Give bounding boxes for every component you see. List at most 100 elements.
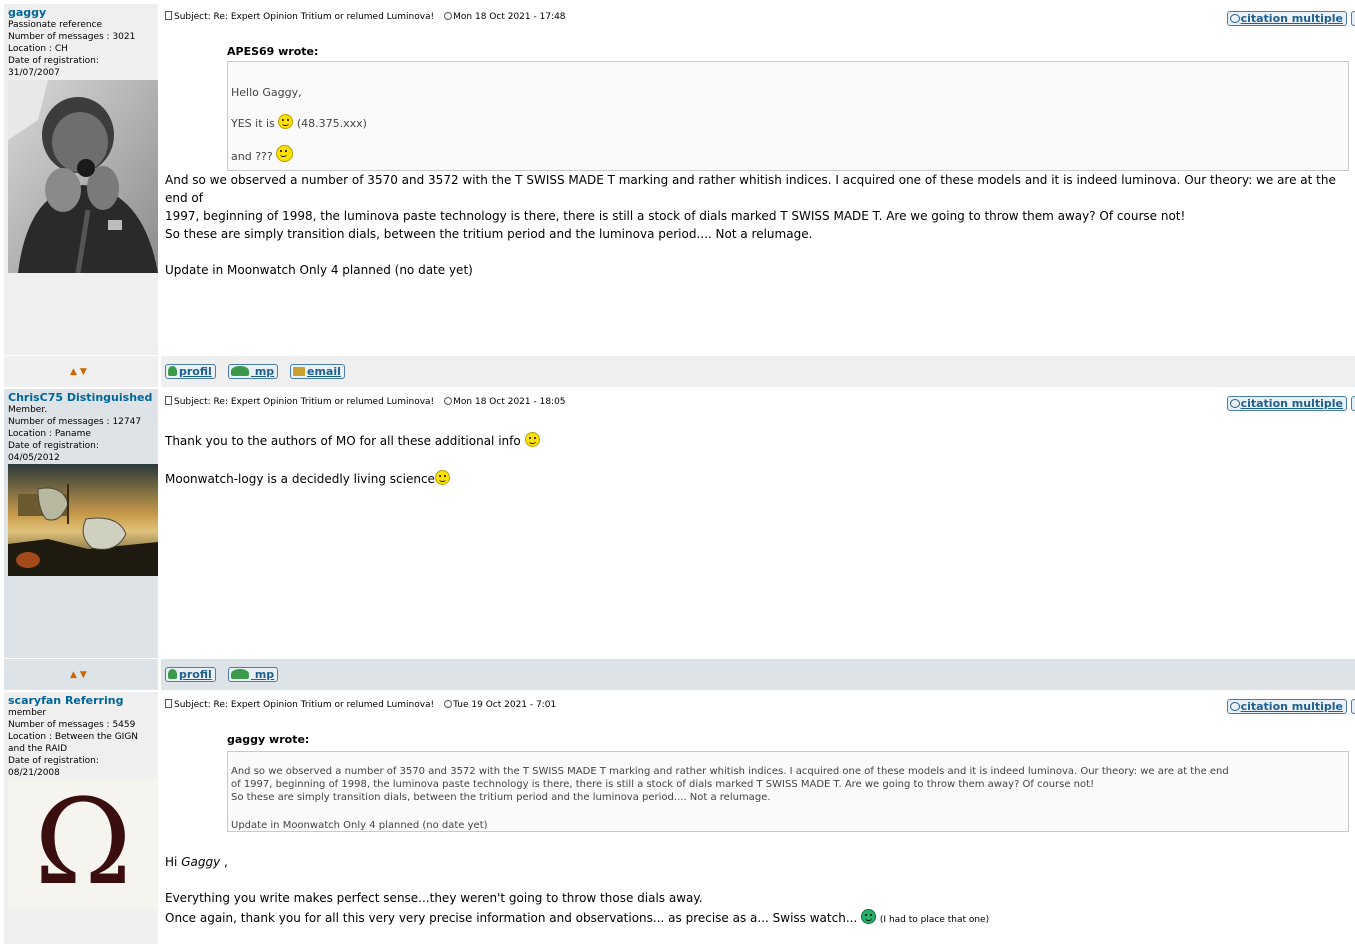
post-date: Mon 18 Oct 2021 - 17:48 (453, 12, 566, 22)
poster-messages: Number of messages : 3021 (8, 32, 136, 42)
quote-line: So these are simply transition dials, be… (231, 792, 771, 803)
poster-registration-label: Date of registration: (8, 56, 99, 66)
poster-location: Location : Between the GIGN (8, 732, 139, 742)
avatar (8, 464, 158, 576)
post-content: Subject: Re: Expert Opinion Tritium or r… (161, 389, 1355, 658)
arrow-down-icon[interactable]: ▼ (80, 367, 90, 377)
clock-icon (444, 12, 453, 20)
post-2: ChrisC75 Distinguished Member. Number of… (4, 389, 1355, 658)
post-header: Subject: Re: Expert Opinion Tritium or r… (161, 389, 1355, 419)
post-subject: Subject: Re: Expert Opinion Tritium or r… (174, 12, 435, 22)
body-line: And so we observed a number of 3570 and … (165, 173, 1336, 205)
thinking-smiley-icon (524, 432, 540, 447)
body-line: 1997, beginning of 1998, the luminova pa… (165, 209, 1186, 223)
citation-multiple-button[interactable]: citation multiple (1226, 11, 1347, 26)
body-line: Moonwatch-logy is a decidedly living sci… (165, 470, 1355, 488)
quote-icon (1229, 399, 1240, 408)
post-3: scaryfan Referring member Number of mess… (4, 692, 1355, 944)
arrow-up-icon[interactable]: ▲ (70, 670, 80, 680)
smiley-icon (278, 114, 294, 129)
quote-line: Hello Gaggy, (231, 86, 302, 99)
quote-line-yes: YES it is (48.375.xxx) (231, 114, 1348, 131)
footer-actions: profil mp (161, 659, 1355, 690)
smiley-icon (434, 470, 450, 485)
body-line: Thank you to the authors of MO for all t… (165, 432, 1355, 450)
profile-button[interactable]: profil (165, 667, 216, 682)
email-button[interactable]: email (290, 364, 345, 379)
reply-button-stub[interactable] (1351, 11, 1355, 26)
arrow-up-icon[interactable]: ▲ (70, 367, 80, 377)
post-1: gaggy Passionate reference Number of mes… (4, 4, 1355, 355)
body-line: Everything you write makes perfect sense… (165, 891, 703, 905)
pm-button[interactable]: mp (228, 667, 279, 682)
poster-registration-date: 31/07/2007 (8, 68, 60, 78)
poster-messages: Number of messages : 12747 (8, 417, 142, 427)
poster-location: Location : Paname (8, 429, 91, 439)
post-header: Subject: Re: Expert Opinion Tritium or r… (161, 692, 1355, 722)
doc-icon (165, 396, 172, 405)
quote-line-and: and ??? (231, 145, 1348, 164)
poster-registration-date: 04/05/2012 (8, 453, 60, 463)
footer-left: ▲▼ (4, 356, 159, 387)
poster-registration-label: Date of registration: (8, 756, 99, 766)
citation-multiple-button[interactable]: citation multiple (1226, 396, 1347, 411)
pm-icon (231, 669, 249, 679)
citation-multiple-button[interactable]: citation multiple (1226, 699, 1347, 714)
poster-rank: Member. (8, 405, 48, 415)
email-icon (293, 367, 305, 376)
clock-icon (444, 397, 453, 405)
poster-location: Location : CH (8, 44, 68, 54)
footer-left: ▲▼ (4, 659, 159, 690)
post-1-footer: ▲▼ profil mp email (4, 356, 1355, 387)
quote-icon (1229, 14, 1240, 23)
poster-registration-label: Date of registration: (8, 441, 99, 451)
post-body: Hi Gaggy , Everything you write makes pe… (161, 853, 1355, 929)
doc-icon (165, 699, 172, 708)
post-content: Subject: Re: Expert Opinion Tritium or r… (161, 4, 1355, 355)
post-body: Thank you to the authors of MO for all t… (161, 432, 1355, 488)
post-content: Subject: Re: Expert Opinion Tritium or r… (161, 692, 1355, 944)
arrow-down-icon[interactable]: ▼ (80, 670, 90, 680)
body-line: Update in Moonwatch Only 4 planned (no d… (165, 263, 473, 277)
username-link[interactable]: gaggy (8, 6, 154, 19)
post-body: And so we observed a number of 3570 and … (161, 171, 1355, 279)
poster-rank: member (8, 708, 47, 718)
post-2-footer: ▲▼ profil mp (4, 659, 1355, 690)
thinking-smiley-icon (276, 145, 294, 162)
poster-location-cont: and the RAID (8, 744, 68, 754)
pm-button[interactable]: mp (228, 364, 279, 379)
profile-icon (168, 366, 177, 376)
poster-rank: Passionate reference (8, 20, 103, 30)
body-line: Once again, thank you for all this very … (165, 909, 990, 925)
avatar: Ω (8, 779, 158, 909)
profile-icon (168, 669, 177, 679)
reply-button-stub[interactable] (1351, 699, 1355, 714)
username-link[interactable]: ChrisC75 Distinguished (8, 391, 154, 404)
quote-icon (1229, 702, 1240, 711)
footer-actions: profil mp email (161, 356, 1355, 387)
quote-author: APES69 wrote: (227, 45, 319, 58)
pm-icon (231, 366, 249, 376)
avatar (8, 80, 158, 273)
body-line: So these are simply transition dials, be… (165, 227, 813, 241)
username-link[interactable]: scaryfan Referring (8, 694, 154, 707)
post-subject: Subject: Re: Expert Opinion Tritium or r… (174, 397, 435, 407)
post-header: Subject: Re: Expert Opinion Tritium or r… (161, 4, 1355, 34)
greeting-line: Hi Gaggy , (165, 855, 228, 869)
post-subject: Subject: Re: Expert Opinion Tritium or r… (174, 700, 435, 710)
post-date: Tue 19 Oct 2021 - 7:01 (453, 700, 557, 710)
quote-line: Update in Moonwatch Only 4 planned (no d… (231, 820, 488, 831)
quote-line: And so we observed a number of 3570 and … (231, 766, 1229, 777)
poster-messages: Number of messages : 5459 (8, 720, 136, 730)
grin-smiley-icon (861, 909, 877, 924)
back-to-top-arrows[interactable]: ▲▼ (70, 367, 90, 377)
back-to-top-arrows[interactable]: ▲▼ (70, 670, 90, 680)
clock-icon (444, 700, 453, 708)
quote-line: of 1997, beginning of 1998, the luminova… (231, 779, 1095, 790)
profile-button[interactable]: profil (165, 364, 216, 379)
doc-icon (165, 11, 172, 20)
quote-box: Hello Gaggy, YES it is (48.375.xxx) and … (227, 61, 1349, 171)
post-date: Mon 18 Oct 2021 - 18:05 (453, 397, 566, 407)
quote-author: gaggy wrote: (227, 733, 310, 746)
reply-button-stub[interactable] (1351, 396, 1355, 411)
